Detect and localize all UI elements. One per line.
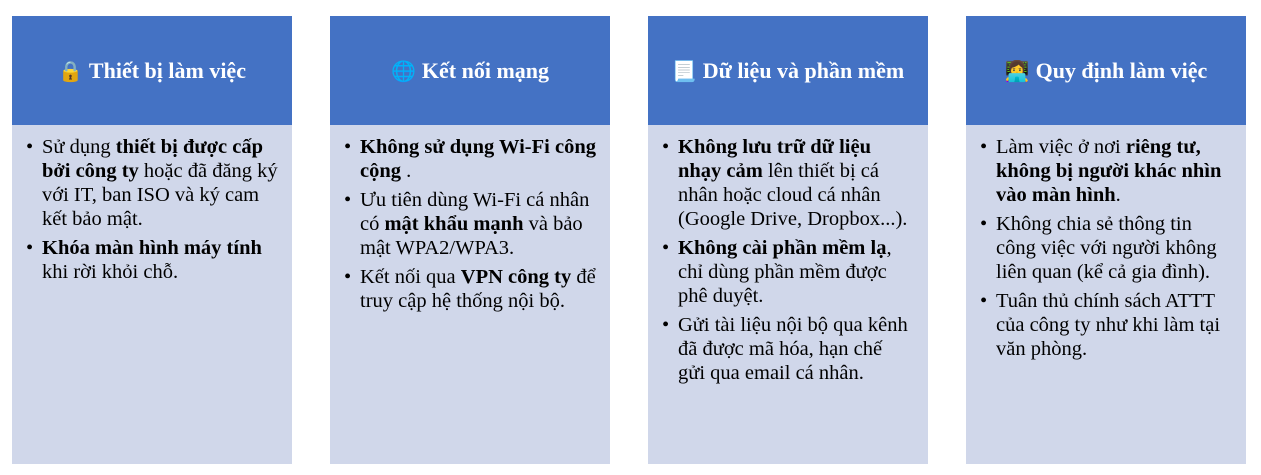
list-item: Không chia sẻ thông tin công việc với ng…	[980, 212, 1232, 284]
card-header: 🌐 Kết nối mạng	[330, 16, 610, 125]
card-title-text: Thiết bị làm việc	[88, 57, 246, 83]
card-header: 🔒 Thiết bị làm việc	[12, 16, 292, 125]
globe-icon: 🌐	[390, 58, 416, 83]
card-title: 🔒 Thiết bị làm việc	[58, 58, 246, 84]
item-bold-text: VPN công ty	[460, 266, 572, 288]
card-work-rules: 👩‍💻Quy định làm việc Làm việc ở nơi riên…	[966, 16, 1246, 464]
item-bold-text: Không cài phần mềm lạ	[678, 237, 887, 259]
item-text: Không chia sẻ thông tin công việc với ng…	[996, 213, 1217, 283]
list-item: Làm việc ở nơi riêng tư, không bị người …	[980, 135, 1232, 207]
card-title: 📃 Dữ liệu và phần mềm	[672, 58, 904, 84]
person-laptop-icon: 👩‍💻	[1004, 58, 1030, 83]
card-data-software: 📃Dữ liệu và phần mềm Không lưu trữ dữ li…	[648, 16, 928, 464]
bullet-list: Làm việc ở nơi riêng tư, không bị người …	[980, 135, 1232, 361]
card-title-text: Kết nối mạng	[421, 57, 550, 83]
list-item: Ưu tiên dùng Wi-Fi cá nhân có mật khẩu m…	[344, 188, 596, 260]
card-title: 👩‍💻 Quy định làm việc	[1005, 58, 1208, 84]
card-title: 🌐 Kết nối mạng	[391, 58, 549, 84]
policy-board: 🔒Thiết bị làm việc Sử dụng thiết bị được…	[0, 0, 1261, 475]
card-header: 📃 Dữ liệu và phần mềm	[648, 16, 928, 125]
card-body: Không lưu trữ dữ liệu nhạy cảm lên thiết…	[648, 125, 928, 385]
list-item: Kết nối qua VPN công ty để truy cập hệ t…	[344, 265, 596, 313]
card-header: 👩‍💻 Quy định làm việc	[966, 16, 1246, 125]
item-text: Kết nối qua	[360, 266, 461, 288]
item-text: Làm việc ở nơi	[996, 136, 1126, 158]
bullet-list: Không sử dụng Wi-Fi công cộng . Ưu tiên …	[344, 135, 596, 313]
card-network: 🌐Kết nối mạng Không sử dụng Wi-Fi công c…	[330, 16, 610, 464]
list-item: Không cài phần mềm lạ, chỉ dùng phần mềm…	[662, 236, 914, 308]
item-text: Gửi tài liệu nội bộ qua kênh đã được mã …	[678, 314, 908, 384]
bullet-list: Sử dụng thiết bị được cấp bởi công ty ho…	[26, 135, 278, 284]
card-title-text: Quy định làm việc	[1035, 57, 1208, 83]
lock-icon: 🔒	[58, 58, 83, 83]
item-bold-text: mật khẩu mạnh	[384, 213, 524, 235]
item-text: khi rời khỏi chỗ.	[42, 261, 179, 283]
document-icon: 📃	[671, 58, 697, 83]
card-work-device: 🔒Thiết bị làm việc Sử dụng thiết bị được…	[12, 16, 292, 464]
bullet-list: Không lưu trữ dữ liệu nhạy cảm lên thiết…	[662, 135, 914, 385]
card-body: Sử dụng thiết bị được cấp bởi công ty ho…	[12, 125, 292, 284]
item-text: Sử dụng	[42, 136, 116, 158]
card-body: Không sử dụng Wi-Fi công cộng . Ưu tiên …	[330, 125, 610, 313]
list-item: Sử dụng thiết bị được cấp bởi công ty ho…	[26, 135, 278, 231]
item-bold-text: Khóa màn hình máy tính	[42, 237, 262, 259]
item-bold-text: Không sử dụng Wi-Fi công cộng	[360, 136, 596, 182]
list-item: Tuân thủ chính sách ATTT của công ty như…	[980, 289, 1232, 361]
card-body: Làm việc ở nơi riêng tư, không bị người …	[966, 125, 1246, 361]
item-text: .	[1115, 184, 1121, 206]
item-text: Tuân thủ chính sách ATTT của công ty như…	[996, 290, 1221, 360]
list-item: Không lưu trữ dữ liệu nhạy cảm lên thiết…	[662, 135, 914, 231]
list-item: Không sử dụng Wi-Fi công cộng .	[344, 135, 596, 183]
item-text: .	[401, 160, 412, 182]
list-item: Gửi tài liệu nội bộ qua kênh đã được mã …	[662, 313, 914, 385]
card-title-text: Dữ liệu và phần mềm	[702, 57, 905, 83]
list-item: Khóa màn hình máy tính khi rời khỏi chỗ.	[26, 236, 278, 284]
